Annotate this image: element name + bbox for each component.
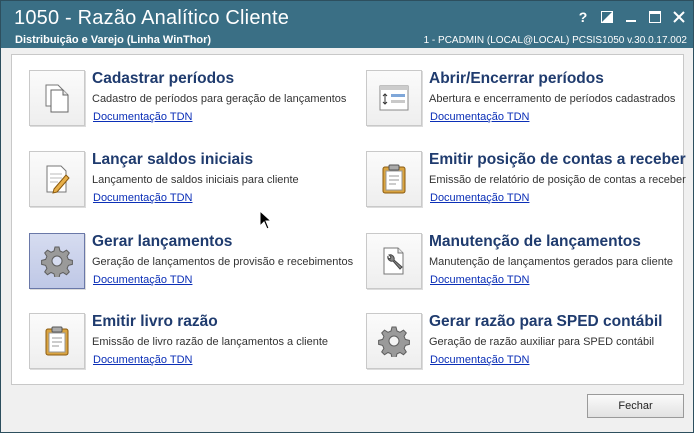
card-title[interactable]: Cadastrar períodos — [92, 70, 234, 88]
close-button[interactable]: Fechar — [587, 394, 684, 418]
documentation-link[interactable]: Documentação TDN — [93, 274, 192, 286]
card-emitir-livro-razao[interactable]: Emitir livro razão Emissão de livro razã… — [25, 310, 345, 374]
period-form-icon[interactable] — [366, 70, 422, 126]
card-gerar-lancamentos[interactable]: Gerar lançamentos Geração de lançamentos… — [25, 230, 353, 294]
documentation-link[interactable]: Documentação TDN — [430, 192, 529, 204]
wrench-document-icon[interactable] — [366, 233, 422, 289]
footer-bar: Fechar — [1, 388, 693, 432]
card-description: Geração de razão auxiliar para SPED cont… — [429, 336, 655, 348]
window-subtitle: Distribuição e Varejo (Linha WinThor) — [15, 34, 212, 46]
card-description: Emissão de relatório de posição de conta… — [429, 174, 686, 186]
restore-icon[interactable] — [597, 8, 617, 26]
card-cadastrar-periodos[interactable]: Cadastrar períodos Cadastro de períodos … — [25, 67, 347, 131]
documents-icon[interactable] — [29, 70, 85, 126]
documentation-link[interactable]: Documentação TDN — [93, 192, 192, 204]
card-description: Cadastro de períodos para geração de lan… — [92, 93, 347, 105]
card-emitir-posicao-contas[interactable]: Emitir posição de contas a receber Emiss… — [362, 148, 686, 212]
options-panel: Cadastrar períodos Cadastro de períodos … — [11, 54, 686, 385]
window-title: 1050 - Razão Analítico Cliente — [14, 7, 290, 29]
documentation-link[interactable]: Documentação TDN — [430, 111, 529, 123]
card-title[interactable]: Lançar saldos iniciais — [92, 151, 253, 169]
card-lancar-saldos-iniciais[interactable]: Lançar saldos iniciais Lançamento de sal… — [25, 148, 345, 212]
session-info: 1 - PCADMIN (LOCAL@LOCAL) PCSIS1050 v.30… — [423, 35, 687, 46]
maximize-icon[interactable] — [645, 8, 665, 26]
help-icon[interactable]: ? — [573, 8, 593, 26]
card-title[interactable]: Emitir posição de contas a receber — [429, 151, 686, 169]
card-abrir-encerrar-periodos[interactable]: Abrir/Encerrar períodos Abertura e encer… — [362, 67, 682, 131]
documentation-link[interactable]: Documentação TDN — [430, 274, 529, 286]
card-description: Geração de lançamentos de provisão e rec… — [92, 256, 354, 268]
title-bar[interactable]: 1050 - Razão Analítico Cliente Distribui… — [1, 1, 693, 48]
documentation-link[interactable]: Documentação TDN — [430, 354, 529, 366]
mouse-cursor-icon — [259, 209, 273, 235]
close-icon[interactable] — [669, 8, 689, 26]
card-gerar-razao-sped[interactable]: Gerar razão para SPED contábil Geração d… — [362, 310, 682, 374]
card-title[interactable]: Gerar lançamentos — [92, 233, 232, 251]
clipboard-icon[interactable] — [366, 151, 422, 207]
minimize-icon[interactable] — [621, 8, 641, 26]
documentation-link[interactable]: Documentação TDN — [93, 354, 192, 366]
gear-icon[interactable] — [366, 313, 422, 369]
close-button-label: Fechar — [618, 400, 653, 412]
card-description: Abertura e encerramento de períodos cada… — [429, 93, 676, 105]
card-title[interactable]: Manutenção de lançamentos — [429, 233, 641, 251]
gear-icon[interactable] — [29, 233, 85, 289]
card-title[interactable]: Emitir livro razão — [92, 313, 218, 331]
card-description: Lançamento de saldos iniciais para clien… — [92, 174, 299, 186]
card-title[interactable]: Abrir/Encerrar períodos — [429, 70, 604, 88]
edit-document-icon[interactable] — [29, 151, 85, 207]
card-description: Manutenção de lançamentos gerados para c… — [429, 256, 673, 268]
clipboard-icon[interactable] — [29, 313, 85, 369]
documentation-link[interactable]: Documentação TDN — [93, 111, 192, 123]
window-controls: ? — [573, 8, 689, 26]
app-window: 1050 - Razão Analítico Cliente Distribui… — [0, 0, 694, 433]
card-manutencao-lancamentos[interactable]: Manutenção de lançamentos Manutenção de … — [362, 230, 682, 294]
card-title[interactable]: Gerar razão para SPED contábil — [429, 313, 662, 331]
card-description: Emissão de livro razão de lançamentos a … — [92, 336, 329, 348]
